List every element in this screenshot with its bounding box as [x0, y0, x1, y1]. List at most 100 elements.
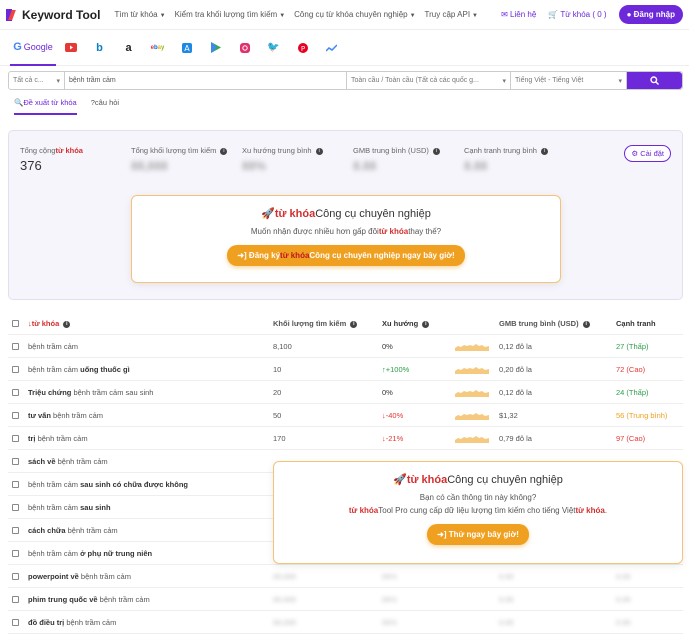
top-nav: Keyword Tool Tìm từ khóa ▼ Kiểm tra khối … [0, 0, 689, 30]
row-checkbox[interactable] [12, 595, 19, 603]
gmb-cell: 0,79 đô la [499, 433, 532, 443]
nav-item-api[interactable]: Truy cập API ▼ [425, 10, 478, 19]
table-row[interactable]: tư vấn bệnh trầm cảm 50 ↓-40% $1,32 56 (… [8, 404, 683, 427]
row-checkbox[interactable] [12, 457, 19, 465]
col-competition[interactable]: Cạnh tranh [616, 319, 676, 328]
nav-item-find-keywords[interactable]: Tìm từ khóa ▼ [114, 10, 165, 19]
col-keyword[interactable]: ↓từ khóa i [28, 319, 273, 328]
row-checkbox[interactable] [12, 618, 19, 626]
keyword-cell[interactable]: bệnh trầm cảm [28, 342, 273, 351]
row-checkbox[interactable] [12, 365, 19, 373]
keyword-cell[interactable]: bệnh trầm cảm uống thuốc gì [28, 365, 273, 374]
login-button[interactable]: ● Đăng nhập [618, 5, 683, 24]
chevron-down-icon: ▼ [279, 13, 286, 19]
row-checkbox[interactable] [12, 480, 19, 488]
tab-ebay[interactable]: ebay [143, 30, 172, 66]
tab-twitter[interactable]: 🐦 [259, 30, 288, 66]
tab-bing[interactable]: b [85, 30, 114, 66]
col-trend[interactable]: Xu hướng i [382, 319, 499, 328]
search-type-select[interactable]: Tất cả c... ▾ [9, 72, 65, 89]
info-icon[interactable]: i [220, 147, 228, 155]
keyword-cell[interactable]: sách về bệnh trầm cảm [28, 457, 273, 466]
signup-pro-button[interactable]: ➜] Đăng kýtừ khóaCông cụ chuyên nghiệp n… [227, 245, 465, 266]
gmb-cell: 8.88 [499, 617, 514, 627]
col-volume[interactable]: Khối lượng tìm kiếm i [273, 319, 382, 328]
search-bar: Tất cả c... ▾ bệnh trầm cảm Toàn cầu / To… [8, 71, 683, 90]
contact-link[interactable]: ✉ Liên hệ [501, 10, 536, 19]
select-all-checkbox[interactable] [12, 320, 19, 327]
volume-cell: 10 [273, 364, 282, 374]
table-row[interactable]: đồ điều trị bệnh trầm cảm 88,888 88% 8.8… [8, 611, 683, 634]
gmb-cell: $1,32 [499, 410, 518, 420]
tab-keyword-suggestions[interactable]: 🔍Đề xuất từ khóa [14, 98, 77, 115]
keyword-cell[interactable]: Triệu chứng bệnh trầm cảm sau sinh [28, 388, 273, 397]
info-icon[interactable]: i [422, 320, 430, 328]
keyword-cell[interactable]: đồ điều trị bệnh trầm cảm [28, 618, 273, 627]
tab-questions[interactable]: ?câu hỏi [91, 98, 119, 115]
tab-pinterest[interactable]: P [288, 30, 317, 66]
competition-cell: 8.88 [616, 571, 631, 581]
search-input[interactable]: bệnh trầm cảm [65, 72, 347, 89]
sparkline [455, 413, 489, 420]
gmb-value: 8.88 [353, 159, 377, 173]
tab-instagram[interactable] [230, 30, 259, 66]
try-now-button[interactable]: ➜] Thử ngay bây giờ! [427, 524, 529, 545]
keyword-cell[interactable]: bệnh trầm cảm sau sinh có chữa được khôn… [28, 480, 273, 489]
keyword-cell[interactable]: cách chữa bệnh trầm cảm [28, 526, 273, 535]
stat-gmb: GMB trung bình (USD) i 8.88 [353, 146, 440, 173]
info-icon[interactable]: i [432, 147, 440, 155]
sparkline [455, 436, 489, 443]
keyword-cell[interactable]: trị bệnh trầm cảm [28, 434, 273, 443]
tab-trends[interactable] [317, 30, 346, 66]
logo[interactable]: Keyword Tool [6, 8, 100, 22]
table-row[interactable]: Triệu chứng bệnh trầm cảm sau sinh 20 0%… [8, 381, 683, 404]
volume-cell: 88,888 [273, 571, 296, 581]
keyword-cell[interactable]: bệnh trầm cảm ở phụ nữ trung niên [28, 549, 273, 558]
row-checkbox[interactable] [12, 503, 19, 511]
row-checkbox[interactable] [12, 411, 19, 419]
table-row[interactable]: trị bệnh trầm cảm 170 ↓-21% 0,79 đô la 9… [8, 427, 683, 450]
gear-icon: ⚙ [631, 149, 639, 158]
tab-google[interactable]: G Google [10, 30, 56, 66]
tab-youtube[interactable] [56, 30, 85, 66]
engine-tabs: G Google b a ebay A 🐦 P [0, 30, 689, 66]
cart-link[interactable]: 🛒 Từ khóa ( 0 ) [548, 10, 606, 19]
logo-text: Keyword Tool [22, 7, 101, 22]
keyword-cell[interactable]: bệnh trầm cảm sau sinh [28, 503, 273, 512]
tab-playstore[interactable] [201, 30, 230, 66]
row-checkbox[interactable] [12, 572, 19, 580]
tab-appstore[interactable]: A [172, 30, 201, 66]
nav-item-search-volume[interactable]: Kiểm tra khối lượng tìm kiếm ▼ [175, 10, 286, 19]
nav-item-pro-tool[interactable]: Công cụ từ khóa chuyên nghiệp ▼ [294, 10, 415, 19]
col-gmb[interactable]: GMB trung bình (USD) i [499, 319, 616, 328]
table-row[interactable]: bệnh trầm cảm 8,100 0% 0,12 đô la 27 (Th… [8, 335, 683, 358]
keyword-cell[interactable]: phim trung quốc về bệnh trầm cảm [28, 595, 273, 604]
info-icon[interactable]: i [315, 147, 323, 155]
row-checkbox[interactable] [12, 526, 19, 534]
row-checkbox[interactable] [12, 342, 19, 350]
gmb-cell: 8.88 [499, 571, 514, 581]
search-button[interactable] [627, 72, 682, 89]
bing-icon: b [96, 41, 103, 54]
language-select[interactable]: Tiếng Việt - Tiếng Việt ▾ [511, 72, 627, 89]
stat-trend: Xu hướng trung bình i 88% [242, 146, 323, 173]
table-row[interactable]: bệnh trầm cảm uống thuốc gì 10 ↑+100% 0,… [8, 358, 683, 381]
row-checkbox[interactable] [12, 388, 19, 396]
keyword-cell[interactable]: powerpoint về bệnh trầm cảm [28, 572, 273, 581]
info-icon[interactable]: i [350, 320, 358, 328]
settings-button[interactable]: ⚙ Cài đặt [624, 145, 671, 162]
table-row[interactable]: powerpoint về bệnh trầm cảm 88,888 88% 8… [8, 565, 683, 588]
row-checkbox[interactable] [12, 434, 19, 442]
keyword-cell[interactable]: tư vấn bệnh trầm cảm [28, 411, 273, 420]
gmb-cell: 0,12 đô la [499, 341, 532, 351]
info-icon[interactable]: i [582, 320, 590, 328]
location-select[interactable]: Toàn cầu / Toàn cầu (Tất cả các quốc g..… [347, 72, 511, 89]
tab-amazon[interactable]: a [114, 30, 143, 66]
pinterest-icon: P [297, 42, 308, 53]
volume-cell: 88,888 [273, 594, 296, 604]
table-row[interactable]: phim trung quốc về bệnh trầm cảm 88,888 … [8, 588, 683, 611]
row-checkbox[interactable] [12, 549, 19, 557]
info-icon[interactable]: i [63, 320, 71, 328]
stat-total: Tổng cộngtừ khóa 376 [20, 146, 83, 173]
info-icon[interactable]: i [541, 147, 549, 155]
